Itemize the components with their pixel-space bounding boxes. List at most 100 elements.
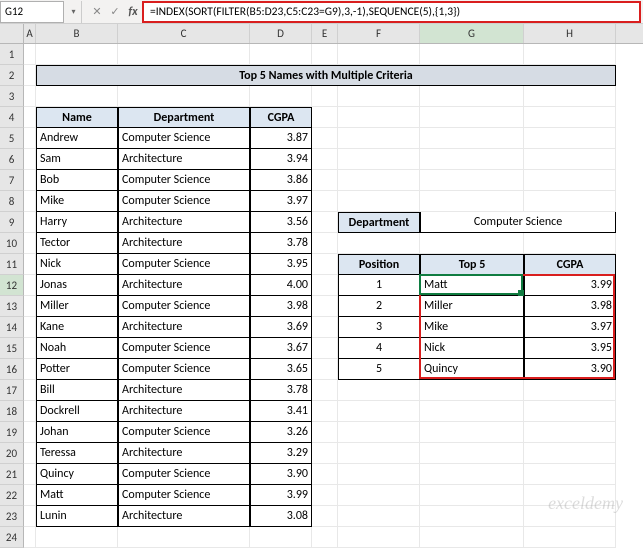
cell[interactable]: [24, 233, 36, 254]
table-cell[interactable]: Dockrell: [36, 401, 118, 422]
cell[interactable]: [312, 254, 338, 275]
cell[interactable]: [24, 254, 36, 275]
cell[interactable]: [312, 170, 338, 191]
result-name[interactable]: Mike: [420, 317, 524, 338]
table-cell[interactable]: Architecture: [118, 443, 250, 464]
cell[interactable]: [338, 401, 420, 422]
cell[interactable]: [24, 338, 36, 359]
cell[interactable]: [24, 464, 36, 485]
cell[interactable]: [420, 233, 524, 254]
cell[interactable]: [338, 149, 420, 170]
cell[interactable]: [312, 275, 338, 296]
table-cell[interactable]: Architecture: [118, 401, 250, 422]
table-cell[interactable]: 3.41: [250, 401, 312, 422]
cell[interactable]: [250, 527, 312, 548]
cell[interactable]: [524, 86, 616, 107]
table-cell[interactable]: 3.08: [250, 506, 312, 527]
cell[interactable]: [118, 44, 250, 65]
row-9[interactable]: 9: [0, 212, 24, 233]
cell[interactable]: [338, 128, 420, 149]
header-name[interactable]: Name: [36, 107, 118, 128]
row-19[interactable]: 19: [0, 422, 24, 443]
cell[interactable]: [24, 128, 36, 149]
cell[interactable]: [524, 128, 616, 149]
header-top5[interactable]: Top 5: [420, 254, 524, 275]
filter-value[interactable]: Computer Science: [420, 212, 616, 233]
table-cell[interactable]: 3.78: [250, 380, 312, 401]
table-cell[interactable]: Mike: [36, 191, 118, 212]
row-12[interactable]: 12: [0, 275, 24, 296]
row-18[interactable]: 18: [0, 401, 24, 422]
table-cell[interactable]: Architecture: [118, 149, 250, 170]
cell[interactable]: [24, 170, 36, 191]
cell[interactable]: [420, 527, 524, 548]
cell[interactable]: [420, 506, 524, 527]
result-name[interactable]: Miller: [420, 296, 524, 317]
cell[interactable]: [312, 191, 338, 212]
table-cell[interactable]: Andrew: [36, 128, 118, 149]
cell[interactable]: [524, 527, 616, 548]
table-cell[interactable]: Harry: [36, 212, 118, 233]
table-cell[interactable]: 3.86: [250, 170, 312, 191]
table-cell[interactable]: Miller: [36, 296, 118, 317]
cell[interactable]: [420, 86, 524, 107]
row-23[interactable]: 23: [0, 506, 24, 527]
cell[interactable]: [420, 44, 524, 65]
table-cell[interactable]: 3.78: [250, 233, 312, 254]
cell[interactable]: [312, 149, 338, 170]
cell[interactable]: [36, 86, 118, 107]
table-cell[interactable]: 3.90: [250, 464, 312, 485]
header-position[interactable]: Position: [338, 254, 420, 275]
table-cell[interactable]: Sam: [36, 149, 118, 170]
cell[interactable]: [420, 170, 524, 191]
cell[interactable]: [524, 107, 616, 128]
col-H[interactable]: H: [524, 24, 616, 43]
cell[interactable]: [24, 149, 36, 170]
cell[interactable]: [420, 149, 524, 170]
cell[interactable]: [312, 443, 338, 464]
cell[interactable]: [338, 233, 420, 254]
row-4[interactable]: 4: [0, 107, 24, 128]
table-cell[interactable]: Computer Science: [118, 254, 250, 275]
cell[interactable]: [312, 317, 338, 338]
cell[interactable]: [524, 191, 616, 212]
row-8[interactable]: 8: [0, 191, 24, 212]
cell[interactable]: [24, 485, 36, 506]
cell[interactable]: [118, 527, 250, 548]
table-cell[interactable]: Computer Science: [118, 485, 250, 506]
cell[interactable]: [250, 44, 312, 65]
table-cell[interactable]: 3.98: [250, 296, 312, 317]
table-cell[interactable]: Nick: [36, 254, 118, 275]
table-cell[interactable]: Kane: [36, 317, 118, 338]
cell[interactable]: [420, 443, 524, 464]
cell[interactable]: [312, 527, 338, 548]
header-cgpa[interactable]: CGPA: [250, 107, 312, 128]
table-cell[interactable]: Architecture: [118, 275, 250, 296]
cell[interactable]: [24, 212, 36, 233]
cell[interactable]: [338, 506, 420, 527]
cell[interactable]: [24, 86, 36, 107]
table-cell[interactable]: Computer Science: [118, 191, 250, 212]
result-name[interactable]: Matt: [420, 275, 524, 296]
cell[interactable]: [338, 527, 420, 548]
table-cell[interactable]: Architecture: [118, 317, 250, 338]
table-cell[interactable]: Architecture: [118, 212, 250, 233]
cell[interactable]: [312, 380, 338, 401]
table-cell[interactable]: Lunin: [36, 506, 118, 527]
cell[interactable]: [24, 401, 36, 422]
cell[interactable]: [524, 485, 616, 506]
cell[interactable]: [36, 44, 118, 65]
cell[interactable]: [24, 422, 36, 443]
row-17[interactable]: 17: [0, 380, 24, 401]
name-box[interactable]: G12: [0, 1, 64, 23]
fx-icon[interactable]: fx: [124, 5, 142, 19]
col-F[interactable]: F: [338, 24, 420, 43]
result-cgpa[interactable]: 3.95: [524, 338, 616, 359]
cell[interactable]: [24, 359, 36, 380]
col-A[interactable]: A: [24, 24, 36, 43]
cell[interactable]: [250, 86, 312, 107]
table-cell[interactable]: Quincy: [36, 464, 118, 485]
cell[interactable]: [312, 485, 338, 506]
table-cell[interactable]: Computer Science: [118, 338, 250, 359]
cell[interactable]: [312, 506, 338, 527]
